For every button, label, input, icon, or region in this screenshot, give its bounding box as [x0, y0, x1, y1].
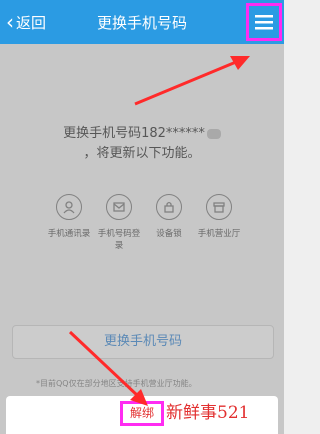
page-title: 更换手机号码 — [96, 14, 187, 32]
arrow-to-menu — [134, 60, 237, 106]
masked-digits — [206, 128, 221, 139]
lock-icon — [156, 194, 182, 220]
hamburger-menu-icon — [255, 15, 273, 30]
info-line-1: 更换手机号码182****** — [63, 126, 205, 141]
unbind-button[interactable]: 解绑 — [120, 401, 164, 426]
feature-label: 手机通讯录 — [47, 229, 91, 239]
feature-label: 设备锁 — [156, 229, 182, 239]
watermark-text: 新鲜事521 — [166, 403, 250, 423]
feature-label: 手机号码登录 — [97, 229, 141, 251]
feature-service-hall: 手机营业厅 — [196, 194, 242, 240]
info-text: 更换手机号码182****** ，将更新以下功能。 — [0, 124, 284, 164]
feature-list: 手机通讯录 手机号码登录 设备锁 手机营业厅 — [46, 194, 246, 264]
feature-phone-login: 手机号码登录 — [96, 194, 142, 252]
phone-login-icon — [106, 194, 132, 220]
arrow-head-menu — [230, 56, 250, 70]
change-number-button[interactable]: 更换手机号码 — [12, 325, 274, 359]
info-line-2: ，将更新以下功能。 — [83, 146, 201, 161]
header-bar: ‹ 返回 更换手机号码 — [0, 0, 284, 44]
feature-device-lock: 设备锁 — [146, 194, 192, 240]
store-icon — [206, 194, 232, 220]
feature-label: 手机营业厅 — [197, 229, 241, 239]
menu-button[interactable] — [246, 3, 282, 41]
footnote: *目前QQ仅在部分地区支持手机营业厅功能。 — [36, 379, 197, 388]
feature-contacts: 手机通讯录 — [46, 194, 92, 240]
contacts-icon — [56, 194, 82, 220]
